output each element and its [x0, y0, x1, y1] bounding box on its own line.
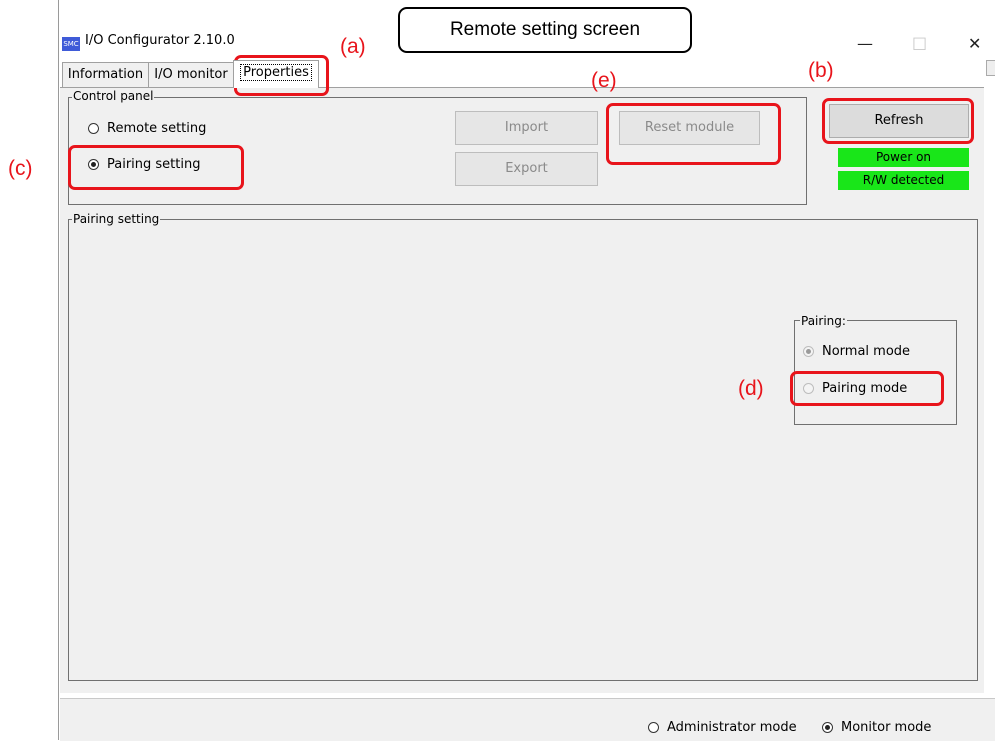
power-status-indicator: Power on: [838, 148, 969, 167]
highlight-pairing-mode: [790, 371, 944, 406]
maximize-icon[interactable]: □: [912, 33, 927, 52]
minimize-icon[interactable]: —: [857, 34, 873, 53]
remote-setting-label: Remote setting: [107, 121, 207, 136]
window-title: I/O Configurator 2.10.0: [85, 33, 235, 48]
rw-status-indicator: R/W detected: [838, 171, 969, 190]
import-button[interactable]: Import: [455, 111, 598, 145]
radio-on-icon: [803, 346, 814, 357]
export-button[interactable]: Export: [455, 152, 598, 186]
annotation-c: (c): [8, 157, 33, 180]
tab-properties-label: Properties: [240, 64, 312, 81]
normal-mode-label: Normal mode: [822, 344, 911, 359]
scroll-arrow-icon[interactable]: [986, 60, 995, 76]
radio-off-icon: [648, 722, 659, 733]
tab-information[interactable]: Information: [62, 62, 149, 87]
administrator-mode-label: Administrator mode: [667, 720, 797, 735]
control-panel-legend: Control panel: [72, 89, 155, 103]
radio-off-icon: [88, 123, 99, 134]
close-icon[interactable]: ✕: [968, 34, 981, 53]
annotation-e: (e): [591, 69, 617, 92]
annotation-a: (a): [340, 35, 366, 58]
screen-title-callout: Remote setting screen: [398, 7, 692, 53]
monitor-mode-label: Monitor mode: [841, 720, 932, 735]
highlight-reset-module: [606, 103, 781, 165]
pairing-setting-group: [68, 219, 978, 681]
administrator-mode-radio[interactable]: Administrator mode: [648, 720, 797, 735]
annotation-b: (b): [808, 59, 834, 82]
radio-on-icon: [822, 722, 833, 733]
annotation-d: (d): [738, 377, 764, 400]
tab-io-monitor[interactable]: I/O monitor: [148, 62, 234, 87]
highlight-refresh-button: [822, 98, 974, 144]
pairing-setting-legend: Pairing setting: [72, 212, 161, 226]
monitor-mode-radio[interactable]: Monitor mode: [822, 720, 931, 735]
pairing-mode-legend: Pairing:: [800, 314, 847, 328]
smc-app-icon: SMC: [62, 37, 80, 51]
remote-setting-radio[interactable]: Remote setting: [88, 121, 206, 136]
highlight-pairing-setting: [68, 145, 244, 190]
tab-properties[interactable]: Properties: [233, 60, 319, 88]
normal-mode-radio[interactable]: Normal mode: [803, 344, 910, 359]
